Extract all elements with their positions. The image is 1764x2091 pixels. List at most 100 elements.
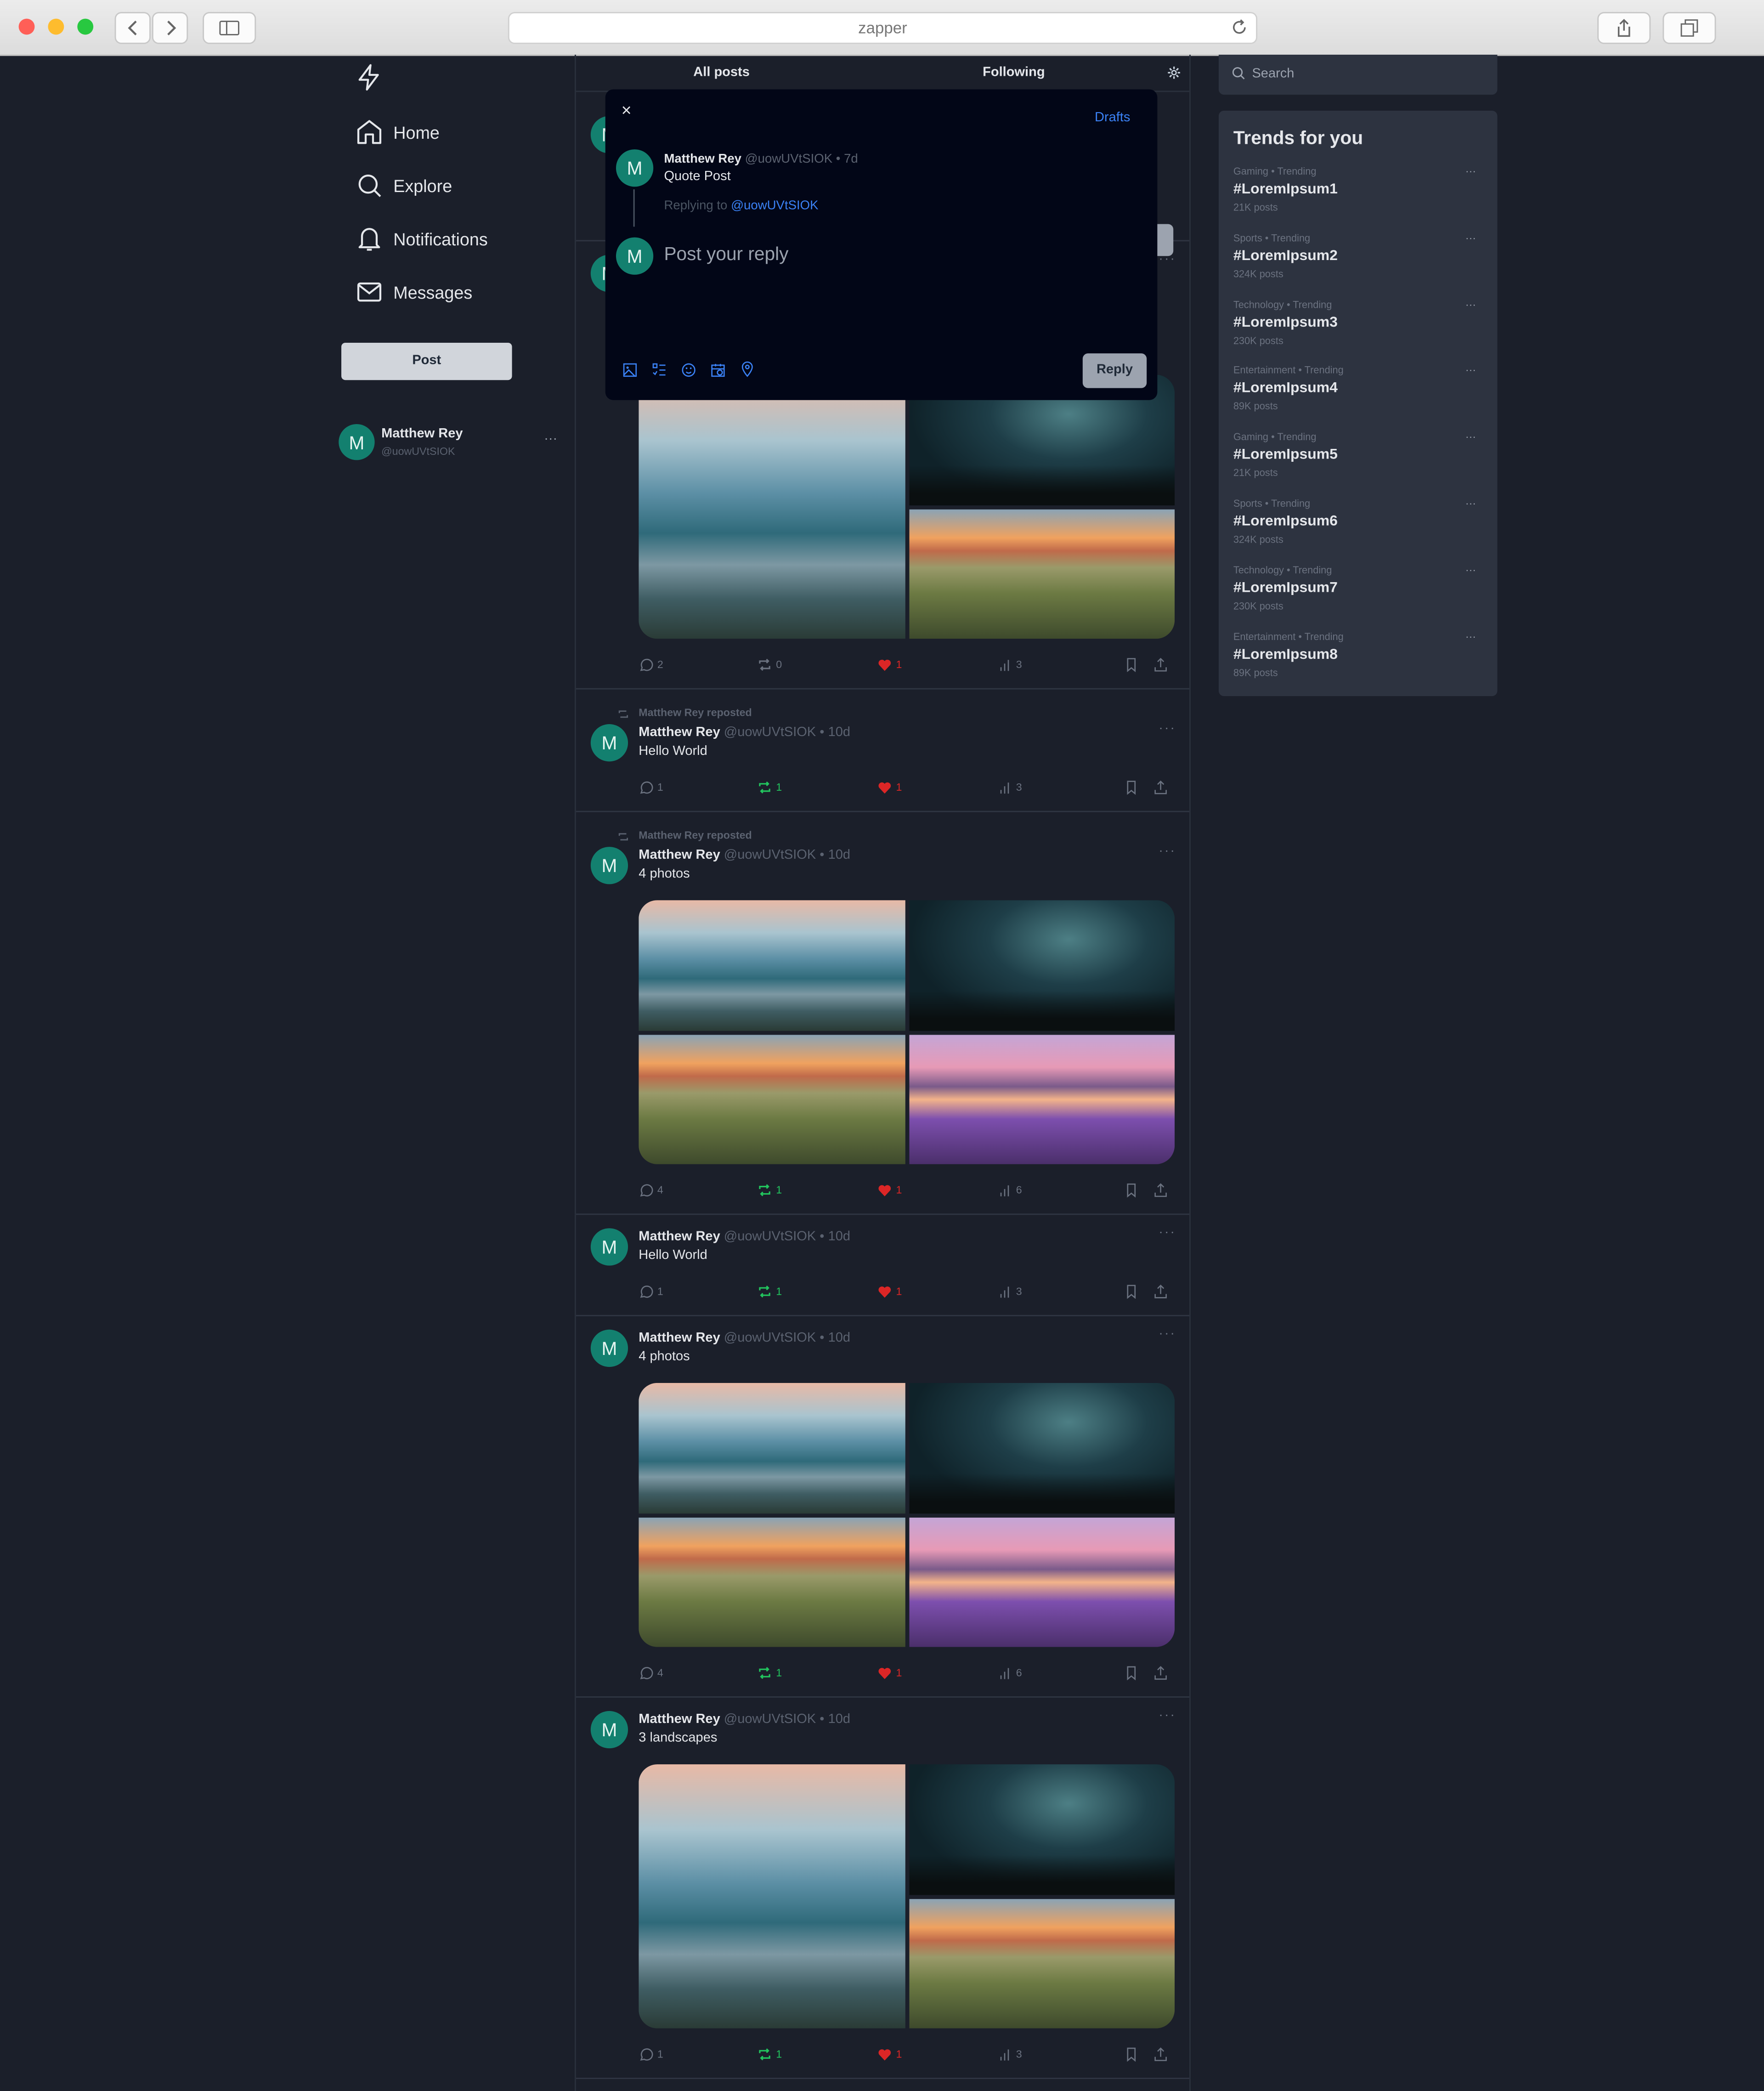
views-button[interactable]: 6 [997,1662,1022,1683]
more-icon[interactable]: ··· [1465,232,1476,244]
bookmark-icon[interactable] [1124,2046,1139,2061]
share-button[interactable] [1153,653,1168,674]
avatar[interactable]: M [590,1711,628,1749]
views-button[interactable]: 6 [997,1179,1022,1200]
bookmark-icon[interactable] [1124,1182,1139,1197]
profile-menu[interactable]: M Matthew Rey @uowUVtSIOK ··· [339,424,565,461]
more-icon[interactable]: ··· [1465,431,1476,443]
post-image[interactable] [639,1764,905,2029]
minimize-window-button[interactable] [48,18,64,35]
more-icon[interactable]: ··· [1465,630,1476,642]
tab-following[interactable]: Following [983,65,1045,80]
tab-all-posts[interactable]: All posts [693,65,750,80]
trend-item[interactable]: Technology • Trending #LoremIpsum3 230K po… [1233,298,1487,346]
comment-button[interactable]: 2 [639,653,663,674]
avatar[interactable]: M [590,1329,628,1367]
share-icon[interactable] [1153,657,1168,671]
bookmark-button[interactable] [1124,2043,1139,2064]
location-icon[interactable] [740,361,755,378]
post-image[interactable] [639,1034,905,1164]
comment-button[interactable]: 1 [639,2043,663,2064]
comment-button[interactable]: 4 [639,1662,663,1683]
schedule-icon[interactable] [711,363,725,377]
repost-button[interactable]: 0 [758,653,782,674]
image-icon[interactable] [622,363,637,377]
post-button[interactable]: Post [341,342,512,380]
more-icon[interactable]: ··· [1465,365,1476,377]
post-image[interactable] [639,900,905,1031]
views-button[interactable]: 3 [997,776,1022,797]
more-icon[interactable]: ··· [1465,498,1476,510]
close-window-button[interactable] [18,18,35,35]
avatar[interactable]: M [590,847,628,884]
post-image[interactable] [909,1764,1175,1895]
bookmark-button[interactable] [1124,1179,1139,1200]
author-name[interactable]: Matthew Rey [639,848,720,863]
trend-item[interactable]: Sports • Trending #LoremIpsum6 324K posts ·… [1233,498,1487,545]
trend-item[interactable]: Technology • Trending #LoremIpsum7 230K po… [1233,564,1487,612]
post[interactable]: M ··· Matthew Rey @uowUVtSIOK • 10d 4 photo… [576,1316,1190,1698]
post-image[interactable] [909,1034,1175,1164]
views-button[interactable]: 3 [997,2043,1022,2064]
trend-item[interactable]: Gaming • Trending #LoremIpsum5 21K posts ··… [1233,431,1487,479]
post-image[interactable] [909,509,1175,639]
like-button[interactable]: 1 [877,1662,902,1683]
more-icon[interactable]: ··· [1465,298,1476,310]
reply-button[interactable]: Reply [1082,353,1147,388]
forward-button[interactable] [152,12,188,44]
post[interactable]: Matthew Rey reposted M ··· Matthew Rey @uow… [576,690,1190,812]
trend-item[interactable]: Entertainment • Trending #LoremIpsum4 89K … [1233,365,1487,413]
post-image[interactable] [639,1517,905,1647]
like-button[interactable]: 1 [877,1179,902,1200]
repost-button[interactable]: 1 [758,1280,782,1301]
share-button[interactable] [1153,1179,1168,1200]
more-icon[interactable]: ··· [544,432,557,447]
repost-button[interactable]: 1 [758,1662,782,1683]
address-bar[interactable]: zapper [508,12,1258,44]
trend-item[interactable]: Sports • Trending #LoremIpsum2 324K posts ·… [1233,232,1487,279]
share-button[interactable] [1153,1662,1168,1683]
share-icon[interactable] [1153,1182,1168,1197]
post-image[interactable] [639,374,905,639]
avatar[interactable]: M [590,1228,628,1266]
replying-handle[interactable]: @uowUVtSIOK [731,198,818,213]
nav-item-messages[interactable]: Messages [355,275,472,309]
post[interactable]: M ··· Matthew Rey @uowUVtSIOK • 10d Hello W… [576,1215,1190,1316]
more-icon[interactable]: ··· [1465,165,1476,177]
tabs-button[interactable] [1662,12,1716,44]
repost-button[interactable]: 1 [758,1179,782,1200]
share-button[interactable] [1153,1280,1168,1301]
bookmark-icon[interactable] [1124,780,1139,794]
reply-input[interactable]: Post your reply [664,243,1131,323]
more-icon[interactable]: ··· [1159,844,1176,859]
views-button[interactable]: 3 [997,1280,1022,1301]
bookmark-button[interactable] [1124,1280,1139,1301]
share-button[interactable] [1153,2043,1168,2064]
author-name[interactable]: Matthew Rey [639,1712,720,1727]
author-name[interactable]: Matthew Rey [639,725,720,740]
like-button[interactable]: 1 [877,2043,902,2064]
share-icon[interactable] [1153,1284,1168,1298]
nav-item-home[interactable]: Home [355,115,440,149]
post-image[interactable] [639,1383,905,1513]
sidebar-toggle-button[interactable] [203,12,256,44]
nav-item-notifications[interactable]: Notifications [355,221,488,256]
lightning-logo-icon[interactable] [355,62,384,94]
maximize-window-button[interactable] [77,18,94,35]
more-icon[interactable]: ··· [1159,252,1176,267]
share-icon[interactable] [1153,1665,1168,1680]
more-icon[interactable]: ··· [1159,1327,1176,1342]
search-input[interactable]: Search [1218,55,1498,95]
share-icon[interactable] [1153,780,1168,794]
like-button[interactable]: 1 [877,653,902,674]
share-icon[interactable] [1153,2046,1168,2061]
post-image[interactable] [909,1383,1175,1513]
poll-icon[interactable] [652,363,667,377]
post-image[interactable] [909,1898,1175,2029]
bookmark-icon[interactable] [1124,657,1139,672]
trend-item[interactable]: Gaming • Trending #LoremIpsum1 21K posts ··… [1233,165,1487,213]
post[interactable]: Matthew Rey reposted M ··· Matthew Rey @uow… [576,812,1190,1215]
post-image[interactable] [909,1517,1175,1647]
reload-icon[interactable] [1231,19,1248,36]
trend-item[interactable]: Entertainment • Trending #LoremIpsum8 89K … [1233,630,1487,678]
